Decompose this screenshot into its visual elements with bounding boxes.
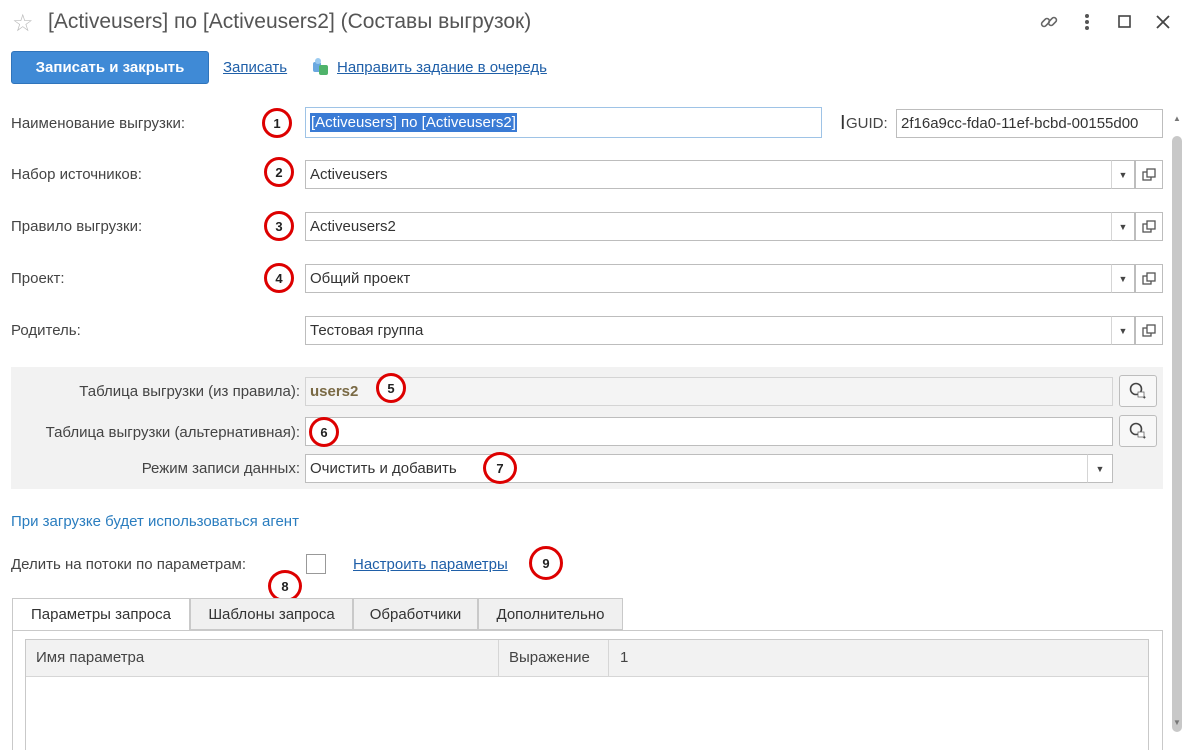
- link-icon[interactable]: [1038, 11, 1060, 38]
- name-input-value: [Activeusers] по [Activeusers2]: [310, 113, 517, 132]
- open-window-icon: [1142, 271, 1156, 285]
- sources-dropdown-button[interactable]: ▼: [1111, 160, 1135, 189]
- table-alt-label: Таблица выгрузки (альтернативная):: [45, 424, 300, 441]
- chevron-down-icon: ▼: [1118, 325, 1128, 336]
- parent-input[interactable]: Тестовая группа: [305, 316, 1112, 345]
- parent-label: Родитель:: [11, 322, 81, 339]
- table-alt-lookup-button[interactable]: [1119, 415, 1157, 447]
- sources-label: Набор источников:: [11, 166, 142, 183]
- magnifier-icon: [1129, 422, 1146, 439]
- open-window-icon: [1142, 167, 1156, 181]
- scrollbar-thumb[interactable]: [1172, 136, 1182, 732]
- tab-additional[interactable]: Дополнительно: [478, 598, 623, 630]
- table-rule-label: Таблица выгрузки (из правила):: [79, 383, 300, 400]
- favorite-star-icon[interactable]: ☆: [12, 9, 34, 38]
- scroll-up-arrow-icon[interactable]: ▲: [1173, 114, 1181, 123]
- chevron-down-icon: ▼: [1095, 463, 1105, 474]
- table-rule-input: users2: [305, 377, 1113, 406]
- tab-query-templates[interactable]: Шаблоны запроса: [190, 598, 353, 630]
- rule-label: Правило выгрузки:: [11, 218, 143, 235]
- project-input[interactable]: Общий проект: [305, 264, 1112, 293]
- marker-2: 2: [264, 157, 294, 187]
- chevron-down-icon: ▼: [1118, 221, 1128, 232]
- save-link[interactable]: Записать: [223, 59, 287, 76]
- mode-select[interactable]: Очистить и добавить: [305, 454, 1088, 483]
- table-alt-input[interactable]: [305, 417, 1113, 446]
- queue-task-link[interactable]: Направить задание в очередь: [337, 59, 547, 76]
- magnifier-icon: [1129, 382, 1146, 399]
- agent-note: При загрузке будет использоваться агент: [11, 513, 299, 530]
- params-table[interactable]: Имя параметра Выражение 1: [25, 639, 1149, 750]
- rule-open-button[interactable]: [1135, 212, 1163, 241]
- sources-input[interactable]: Activeusers: [305, 160, 1112, 189]
- marker-7: 7: [483, 452, 517, 484]
- guid-input[interactable]: 2f16a9cc-fda0-11ef-bcbd-00155d00: [896, 109, 1163, 138]
- guid-label: GUID:: [846, 115, 888, 132]
- configure-params-link[interactable]: Настроить параметры: [353, 556, 508, 573]
- project-open-button[interactable]: [1135, 264, 1163, 293]
- parent-open-button[interactable]: [1135, 316, 1163, 345]
- close-icon[interactable]: [1154, 13, 1172, 36]
- open-window-icon: [1142, 219, 1156, 233]
- split-checkbox[interactable]: [306, 554, 326, 574]
- table-rule-lookup-button[interactable]: [1119, 375, 1157, 407]
- more-icon[interactable]: [1082, 12, 1092, 37]
- text-cursor-icon: I: [840, 112, 846, 134]
- mode-label: Режим записи данных:: [141, 460, 300, 477]
- window-title: [Activeusers] по [Activeusers2] (Составы…: [48, 10, 532, 33]
- marker-3: 3: [264, 211, 294, 241]
- column-expression[interactable]: Выражение: [509, 649, 590, 666]
- project-dropdown-button[interactable]: ▼: [1111, 264, 1135, 293]
- chevron-down-icon: ▼: [1118, 169, 1128, 180]
- column-value[interactable]: 1: [620, 649, 628, 666]
- name-input[interactable]: [Activeusers] по [Activeusers2]: [305, 107, 822, 138]
- project-label: Проект:: [11, 270, 65, 287]
- marker-4: 4: [264, 263, 294, 293]
- marker-5: 5: [376, 373, 406, 403]
- maximize-icon[interactable]: [1117, 14, 1133, 35]
- column-param-name[interactable]: Имя параметра: [36, 649, 144, 666]
- open-window-icon: [1142, 323, 1156, 337]
- split-label: Делить на потоки по параметрам:: [11, 556, 247, 573]
- params-table-header: Имя параметра Выражение 1: [26, 640, 1148, 677]
- marker-1: 1: [262, 108, 292, 138]
- parent-dropdown-button[interactable]: ▼: [1111, 316, 1135, 345]
- scroll-down-arrow-icon[interactable]: ▼: [1173, 718, 1181, 727]
- name-label: Наименование выгрузки:: [11, 115, 186, 132]
- mode-dropdown-button[interactable]: ▼: [1087, 454, 1113, 483]
- rule-input[interactable]: Activeusers2: [305, 212, 1112, 241]
- column-divider: [608, 640, 609, 676]
- chevron-down-icon: ▼: [1118, 273, 1128, 284]
- rule-dropdown-button[interactable]: ▼: [1111, 212, 1135, 241]
- marker-6: 6: [309, 417, 339, 447]
- tab-query-params[interactable]: Параметры запроса: [12, 598, 190, 631]
- column-divider: [498, 640, 499, 676]
- vertical-scrollbar[interactable]: ▲ ▼: [1168, 110, 1186, 740]
- tab-handlers[interactable]: Обработчики: [353, 598, 478, 630]
- marker-9: 9: [529, 546, 563, 580]
- queue-icon: [311, 56, 333, 82]
- sources-open-button[interactable]: [1135, 160, 1163, 189]
- save-and-close-button[interactable]: Записать и закрыть: [11, 51, 209, 84]
